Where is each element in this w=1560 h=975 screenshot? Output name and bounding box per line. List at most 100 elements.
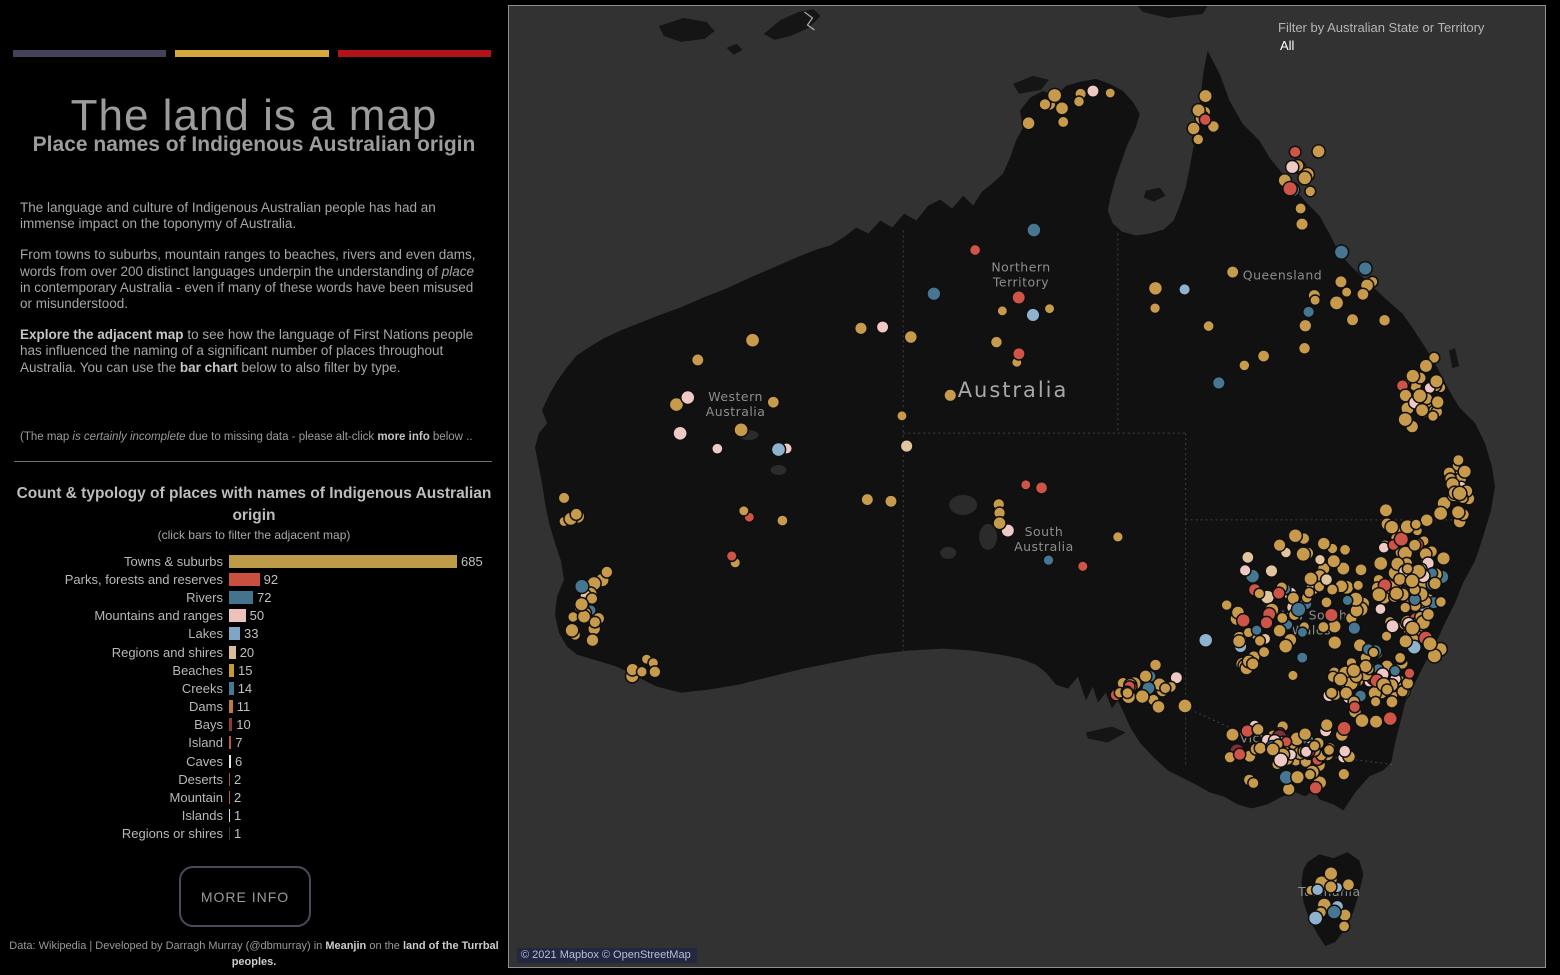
- map-dot[interactable]: [1347, 664, 1360, 677]
- map-dot[interactable]: [1273, 624, 1286, 637]
- map-dot[interactable]: [1283, 182, 1297, 196]
- map-dot[interactable]: [1260, 616, 1273, 629]
- map-dot[interactable]: [1309, 740, 1320, 751]
- map-dot[interactable]: [1342, 879, 1354, 891]
- map-dot[interactable]: [1422, 608, 1434, 620]
- map-dot[interactable]: [726, 551, 737, 562]
- map-dot[interactable]: [1242, 551, 1254, 563]
- map-dot[interactable]: [1334, 673, 1347, 686]
- map-dot[interactable]: [1355, 714, 1369, 728]
- map-dot[interactable]: [1254, 588, 1265, 599]
- map-dot[interactable]: [1309, 911, 1323, 925]
- map-dot[interactable]: [1415, 404, 1428, 417]
- map-dot[interactable]: [1431, 396, 1444, 409]
- map-dot[interactable]: [1325, 881, 1337, 893]
- map-dot[interactable]: [1381, 684, 1392, 695]
- map-dot[interactable]: [1405, 621, 1419, 635]
- map-dot[interactable]: [1399, 635, 1412, 648]
- map-dot[interactable]: [1304, 587, 1314, 597]
- map-dot[interactable]: [1026, 308, 1040, 322]
- map-dot[interactable]: [1122, 687, 1133, 698]
- map-dot[interactable]: [734, 423, 748, 437]
- map-dot[interactable]: [1221, 600, 1232, 611]
- map-dot[interactable]: [1286, 160, 1299, 173]
- map-dot[interactable]: [1074, 96, 1085, 107]
- map-dot[interactable]: [1329, 296, 1343, 310]
- map-dot[interactable]: [1309, 781, 1322, 794]
- map-dot[interactable]: [1370, 696, 1381, 707]
- map-dot[interactable]: [1296, 547, 1310, 561]
- map-dot[interactable]: [897, 411, 907, 421]
- map-dot[interactable]: [1334, 245, 1348, 259]
- map-dot[interactable]: [1326, 687, 1338, 699]
- map-dot[interactable]: [1429, 577, 1442, 590]
- map-dot[interactable]: [1349, 701, 1360, 712]
- bar-row-beaches[interactable]: Beaches15: [0, 661, 508, 679]
- map-dot[interactable]: [1375, 603, 1386, 614]
- map-dot[interactable]: [1277, 612, 1288, 623]
- map-dot[interactable]: [745, 333, 759, 347]
- map-dot[interactable]: [1321, 597, 1332, 608]
- map-dot[interactable]: [767, 396, 779, 408]
- map-dot[interactable]: [570, 508, 582, 520]
- map-dot[interactable]: [1318, 621, 1329, 632]
- bar-row-dams[interactable]: Dams11: [0, 698, 508, 716]
- bar-row-island[interactable]: Island7: [0, 734, 508, 752]
- map-dot[interactable]: [927, 287, 941, 301]
- map-dot[interactable]: [1139, 670, 1152, 683]
- map-dot[interactable]: [1372, 588, 1386, 602]
- map-dot[interactable]: [1148, 281, 1162, 295]
- map-dot[interactable]: [1299, 342, 1311, 354]
- map-dot[interactable]: [1044, 303, 1054, 313]
- map-dot[interactable]: [904, 331, 917, 344]
- map-dot[interactable]: [1298, 171, 1312, 185]
- map-dot[interactable]: [1342, 595, 1353, 606]
- map-dot[interactable]: [1213, 377, 1226, 390]
- map-dot[interactable]: [777, 515, 788, 526]
- map-dot[interactable]: [1353, 580, 1364, 591]
- bar-row-mountains-and-ranges[interactable]: Mountains and ranges50: [0, 607, 508, 625]
- map-dot[interactable]: [1402, 564, 1413, 575]
- map-dot[interactable]: [1324, 745, 1335, 756]
- bar-row-lakes[interactable]: Lakes33: [0, 625, 508, 643]
- map-dot[interactable]: [1252, 723, 1264, 735]
- map-dot[interactable]: [1305, 186, 1316, 197]
- map-dot[interactable]: [1400, 602, 1411, 613]
- map-dot[interactable]: [1368, 647, 1379, 658]
- bar-row-regions-or-shires[interactable]: Regions or shires1: [0, 825, 508, 843]
- map-dot[interactable]: [1411, 519, 1422, 530]
- more-info-button[interactable]: MORE INFO: [179, 866, 311, 927]
- bar-row-creeks[interactable]: Creeks14: [0, 679, 508, 697]
- map-dot[interactable]: [1339, 921, 1350, 932]
- map-dot[interactable]: [1304, 572, 1318, 586]
- map-dot[interactable]: [1291, 770, 1305, 784]
- map-dot[interactable]: [1193, 134, 1204, 145]
- bar-row-deserts[interactable]: Deserts2: [0, 770, 508, 788]
- map-dot[interactable]: [1105, 88, 1115, 98]
- map-dot[interactable]: [1035, 482, 1047, 494]
- map-dot[interactable]: [1288, 529, 1302, 543]
- bar-row-bays[interactable]: Bays10: [0, 716, 508, 734]
- map-dot[interactable]: [1390, 587, 1403, 600]
- map-dot[interactable]: [1291, 602, 1305, 616]
- bar-row-mountain[interactable]: Mountain2: [0, 788, 508, 806]
- map-dot[interactable]: [1435, 596, 1446, 607]
- state-filter-dropdown[interactable]: All: [1280, 38, 1484, 53]
- map-dot[interactable]: [1338, 768, 1350, 780]
- map-dot[interactable]: [1383, 712, 1397, 726]
- map-dot[interactable]: [876, 321, 888, 333]
- map-dot[interactable]: [601, 566, 613, 578]
- map-dot[interactable]: [1303, 306, 1315, 318]
- map-dot[interactable]: [1386, 696, 1398, 708]
- map-dot[interactable]: [1234, 748, 1246, 760]
- map-dot[interactable]: [1058, 116, 1069, 127]
- map-dot[interactable]: [1423, 637, 1437, 651]
- map-dot[interactable]: [1055, 102, 1068, 115]
- bar-row-parks-forests-and-reserves[interactable]: Parks, forests and reserves92: [0, 570, 508, 588]
- map-dot[interactable]: [1150, 303, 1161, 314]
- map-dot[interactable]: [1327, 584, 1338, 595]
- map-dot[interactable]: [1295, 203, 1306, 214]
- map-dot[interactable]: [1325, 608, 1339, 622]
- map-dot[interactable]: [997, 306, 1007, 316]
- map-dot[interactable]: [1355, 564, 1367, 576]
